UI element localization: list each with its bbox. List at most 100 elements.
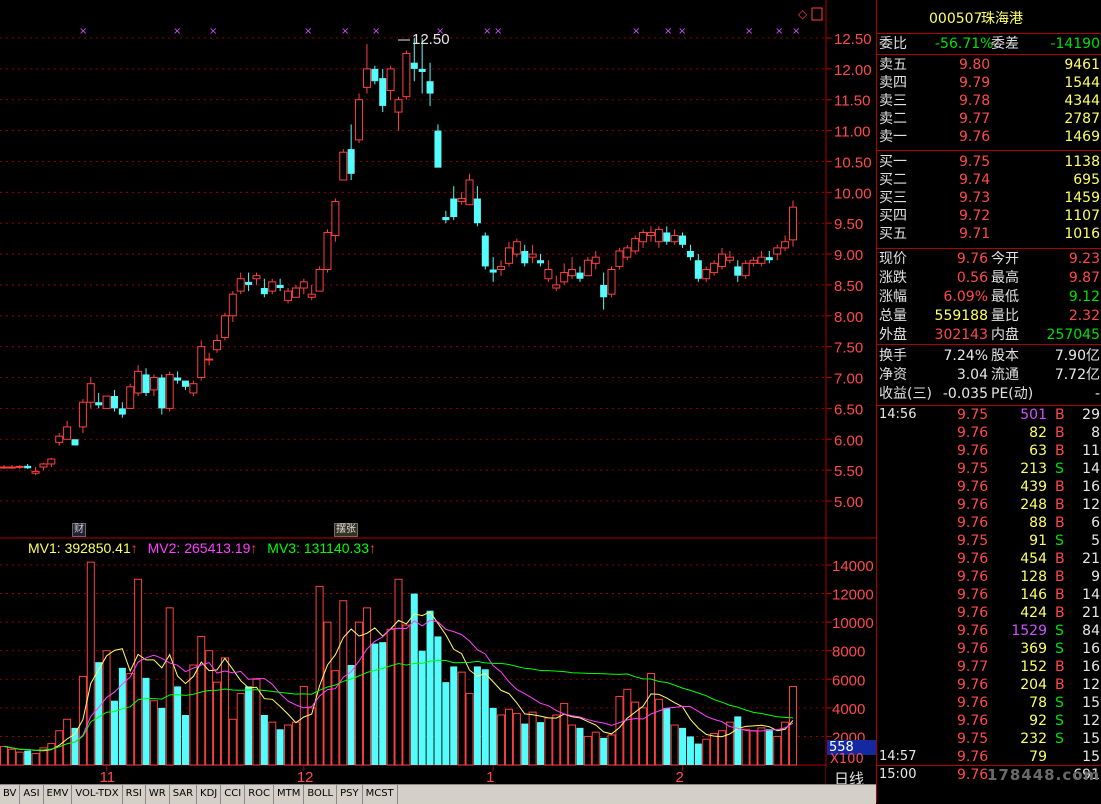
candle-body xyxy=(197,346,206,379)
tick-price: 9.76 xyxy=(957,623,989,639)
buy-level-row: 买四 9.72 1107 xyxy=(877,207,1101,225)
volume-bar xyxy=(213,681,222,766)
price-axis-label: 11.50 xyxy=(834,93,870,110)
tick-side: S xyxy=(1055,731,1064,747)
tick-price: 9.76 xyxy=(957,425,989,441)
candle-body xyxy=(576,272,584,279)
price-axis-label: 8.50 xyxy=(834,278,863,295)
indicator-tab-mtm[interactable]: MTM xyxy=(274,785,305,804)
volume-bar xyxy=(24,750,32,765)
tick-row: 14:56 9.75 501 B 29 xyxy=(877,406,1101,424)
volume-bar xyxy=(410,593,418,765)
volume-bar xyxy=(307,707,316,766)
month-label: 11 xyxy=(100,769,116,784)
volume-axis-label: 14000 xyxy=(832,558,874,575)
candle-body xyxy=(386,68,395,91)
tick-price: 9.75 xyxy=(957,731,989,747)
indicator-tab-psy[interactable]: PSY xyxy=(337,785,363,804)
volume-bar xyxy=(126,673,135,766)
indicator-tab-cci[interactable]: CCI xyxy=(221,785,246,804)
tick-price: 9.76 xyxy=(957,479,989,495)
tick-volume: 424 xyxy=(1020,605,1047,621)
candle-body xyxy=(394,99,403,113)
indicator-tab-kdj[interactable]: KDJ xyxy=(197,785,222,804)
indicator-tab-bv[interactable]: BV xyxy=(0,785,21,804)
volume-bar xyxy=(765,729,773,765)
signal-marker: × xyxy=(678,26,686,37)
indicator-tab-vol-tdx[interactable]: VOL-TDX xyxy=(72,785,123,804)
volume-bar xyxy=(639,707,648,766)
diamond-icon: ◇ xyxy=(798,7,808,21)
volume-bar xyxy=(252,678,261,766)
tick-volume: 128 xyxy=(1020,569,1047,585)
fundamental-row: 换手 7.24% 股本 7.90亿 xyxy=(877,347,1101,365)
volume-unit: X100 xyxy=(830,752,864,767)
tick-count: 21 xyxy=(1082,605,1100,621)
stat-label: 今开 xyxy=(991,251,1019,267)
volume-bar xyxy=(220,657,229,766)
kline-chart[interactable]: 12.50 12.00 11.50 11.00 10.50 10.00 9.50 9.00 8.… xyxy=(0,0,876,784)
candle-body xyxy=(252,275,261,280)
fundamental-value: 7.90亿 xyxy=(1054,348,1100,364)
tick-row: 9.76 146 B 14 xyxy=(877,586,1101,604)
event-tag-cai[interactable]: 财 xyxy=(72,523,86,537)
indicator-tab-emv[interactable]: EMV xyxy=(44,785,73,804)
tick-count: 12 xyxy=(1082,713,1100,729)
price-axis-label: 6.00 xyxy=(834,432,863,449)
candle-body xyxy=(450,198,458,218)
volume-bar xyxy=(679,727,687,765)
tick-count: 8 xyxy=(1091,425,1100,441)
volume-bar xyxy=(568,724,577,766)
price-axis-label: 5.50 xyxy=(834,463,863,480)
signal-marker: × xyxy=(372,26,380,37)
candle-body xyxy=(355,99,364,141)
event-tag-baizhang[interactable]: 摆张 xyxy=(334,523,358,537)
signal-marker: × xyxy=(745,26,753,37)
tick-count: 16 xyxy=(1082,641,1100,657)
volume-bar xyxy=(481,669,489,765)
stat-value: 0.56 xyxy=(956,270,988,286)
volume-bar xyxy=(142,677,150,765)
volume-bar xyxy=(607,734,616,766)
candle-body xyxy=(663,232,671,242)
indicator-tab-roc[interactable]: ROC xyxy=(245,785,274,804)
indicator-tab-wr[interactable]: WR xyxy=(146,785,170,804)
volume-bar xyxy=(102,650,111,766)
tick-time: 14:57 xyxy=(879,749,917,764)
volume-bar xyxy=(276,729,284,765)
buy-level-volume: 1107 xyxy=(1064,208,1100,224)
volume-bar xyxy=(78,675,87,766)
indicator-tab-sar[interactable]: SAR xyxy=(170,785,198,804)
volume-bar xyxy=(402,624,411,766)
indicator-tab-rsi[interactable]: RSI xyxy=(123,785,146,804)
volume-bar xyxy=(291,721,300,766)
candle-body xyxy=(24,465,32,469)
tick-price: 9.76 xyxy=(957,569,989,585)
buy-level-price: 9.73 xyxy=(959,190,991,206)
tick-row: 9.76 128 B 9 xyxy=(877,568,1101,586)
candle-body xyxy=(686,250,694,258)
tick-volume: 248 xyxy=(1020,497,1047,513)
candle-body xyxy=(789,206,797,241)
indicator-tab-boll[interactable]: BOLL xyxy=(304,785,338,804)
buy-level-volume: 1016 xyxy=(1064,226,1100,242)
tick-side: B xyxy=(1055,425,1065,441)
tick-time: 15:00 xyxy=(879,767,917,782)
volume-bar xyxy=(134,578,143,766)
indicator-tab-mcst[interactable]: MCST xyxy=(363,785,398,804)
tick-volume: 146 xyxy=(1020,587,1047,603)
tick-price: 9.76 xyxy=(957,713,989,729)
candle-body xyxy=(158,377,166,409)
candle-body xyxy=(489,269,497,273)
candle-body xyxy=(276,284,284,289)
tick-price: 9.75 xyxy=(957,461,989,477)
price-axis-label: 9.50 xyxy=(834,216,863,233)
stat-value: 9.87 xyxy=(1068,270,1100,286)
tick-row: 9.76 424 B 21 xyxy=(877,604,1101,622)
tick-count: 14 xyxy=(1082,587,1100,603)
volume-axis-label: 6000 xyxy=(832,672,865,689)
indicator-tab-asi[interactable]: ASI xyxy=(20,785,44,804)
sell-level-row: 卖三 9.78 4344 xyxy=(877,92,1101,110)
candle-body xyxy=(552,284,561,289)
candle-body xyxy=(504,247,513,264)
